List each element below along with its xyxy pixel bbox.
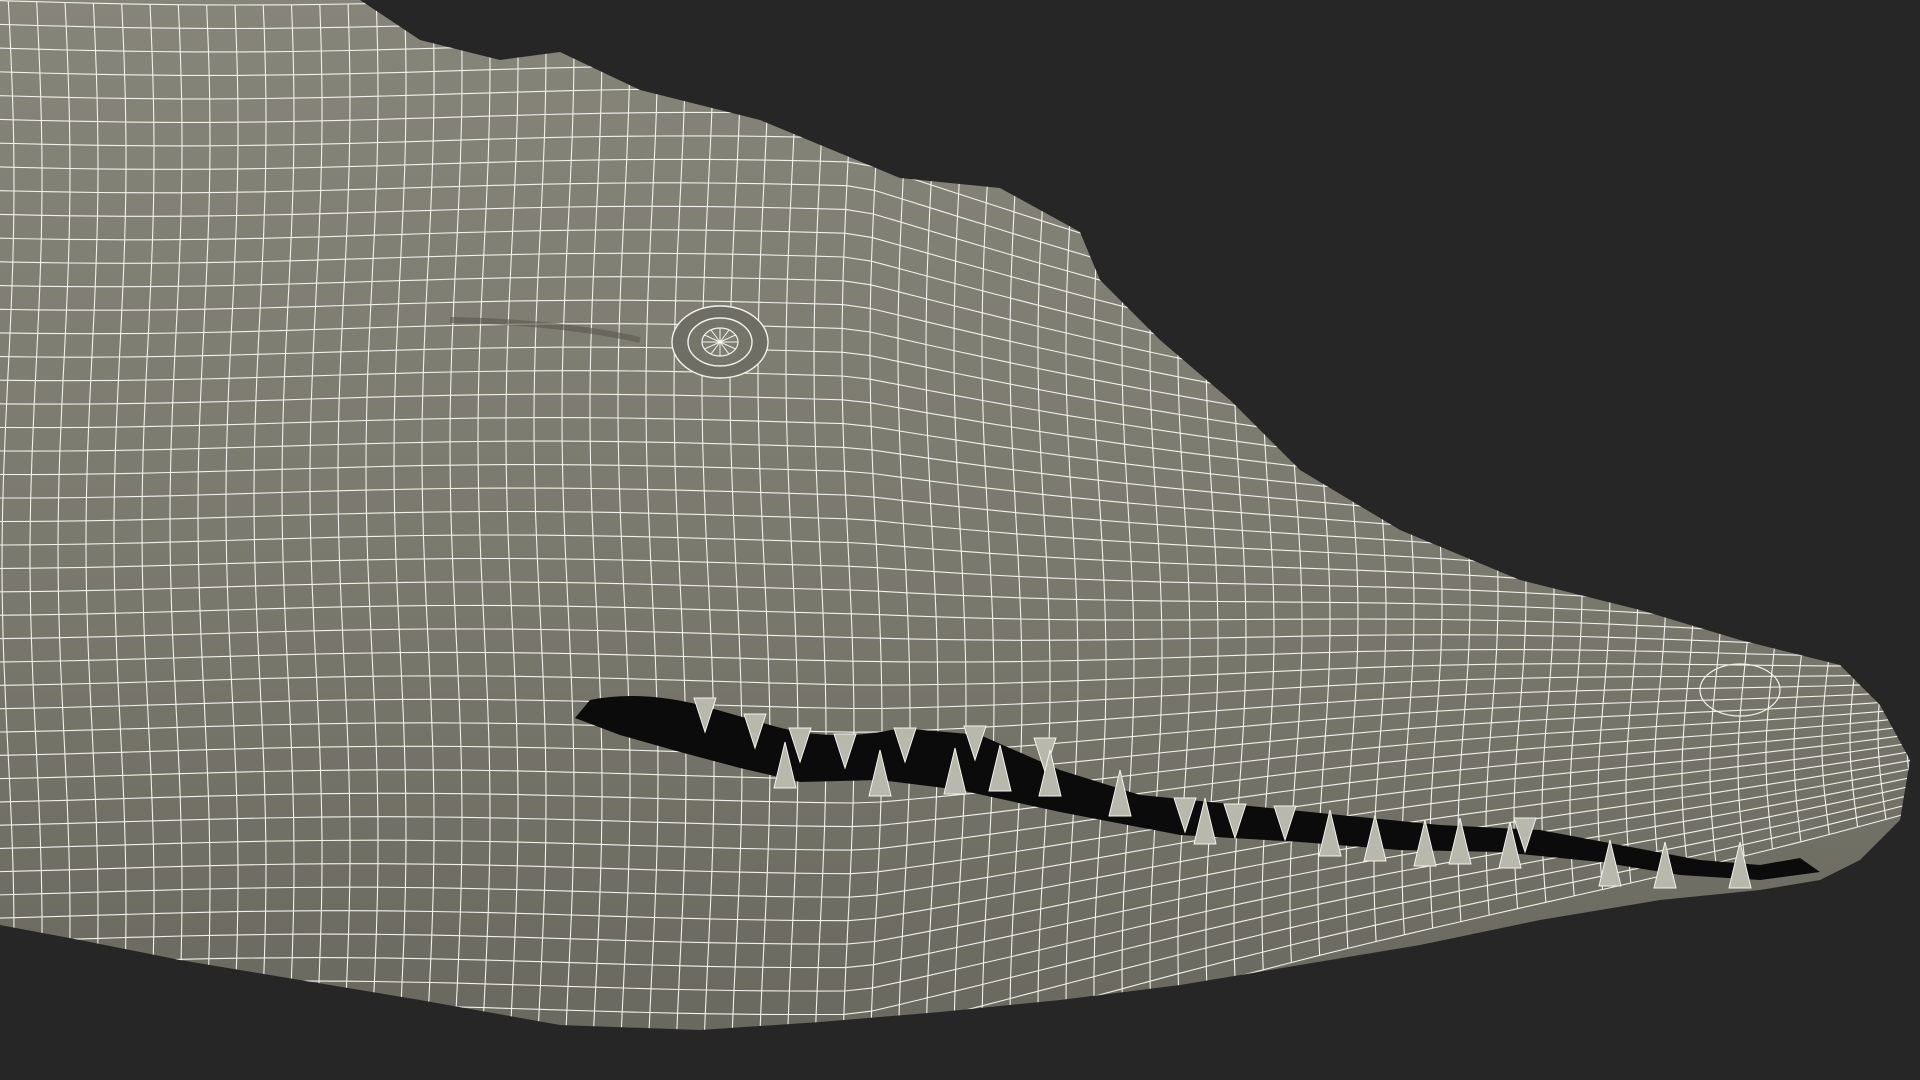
render-viewport [0, 0, 1920, 1080]
mesh-column-line [1905, 408, 1910, 812]
crocodile-head-model [0, 0, 1910, 1030]
